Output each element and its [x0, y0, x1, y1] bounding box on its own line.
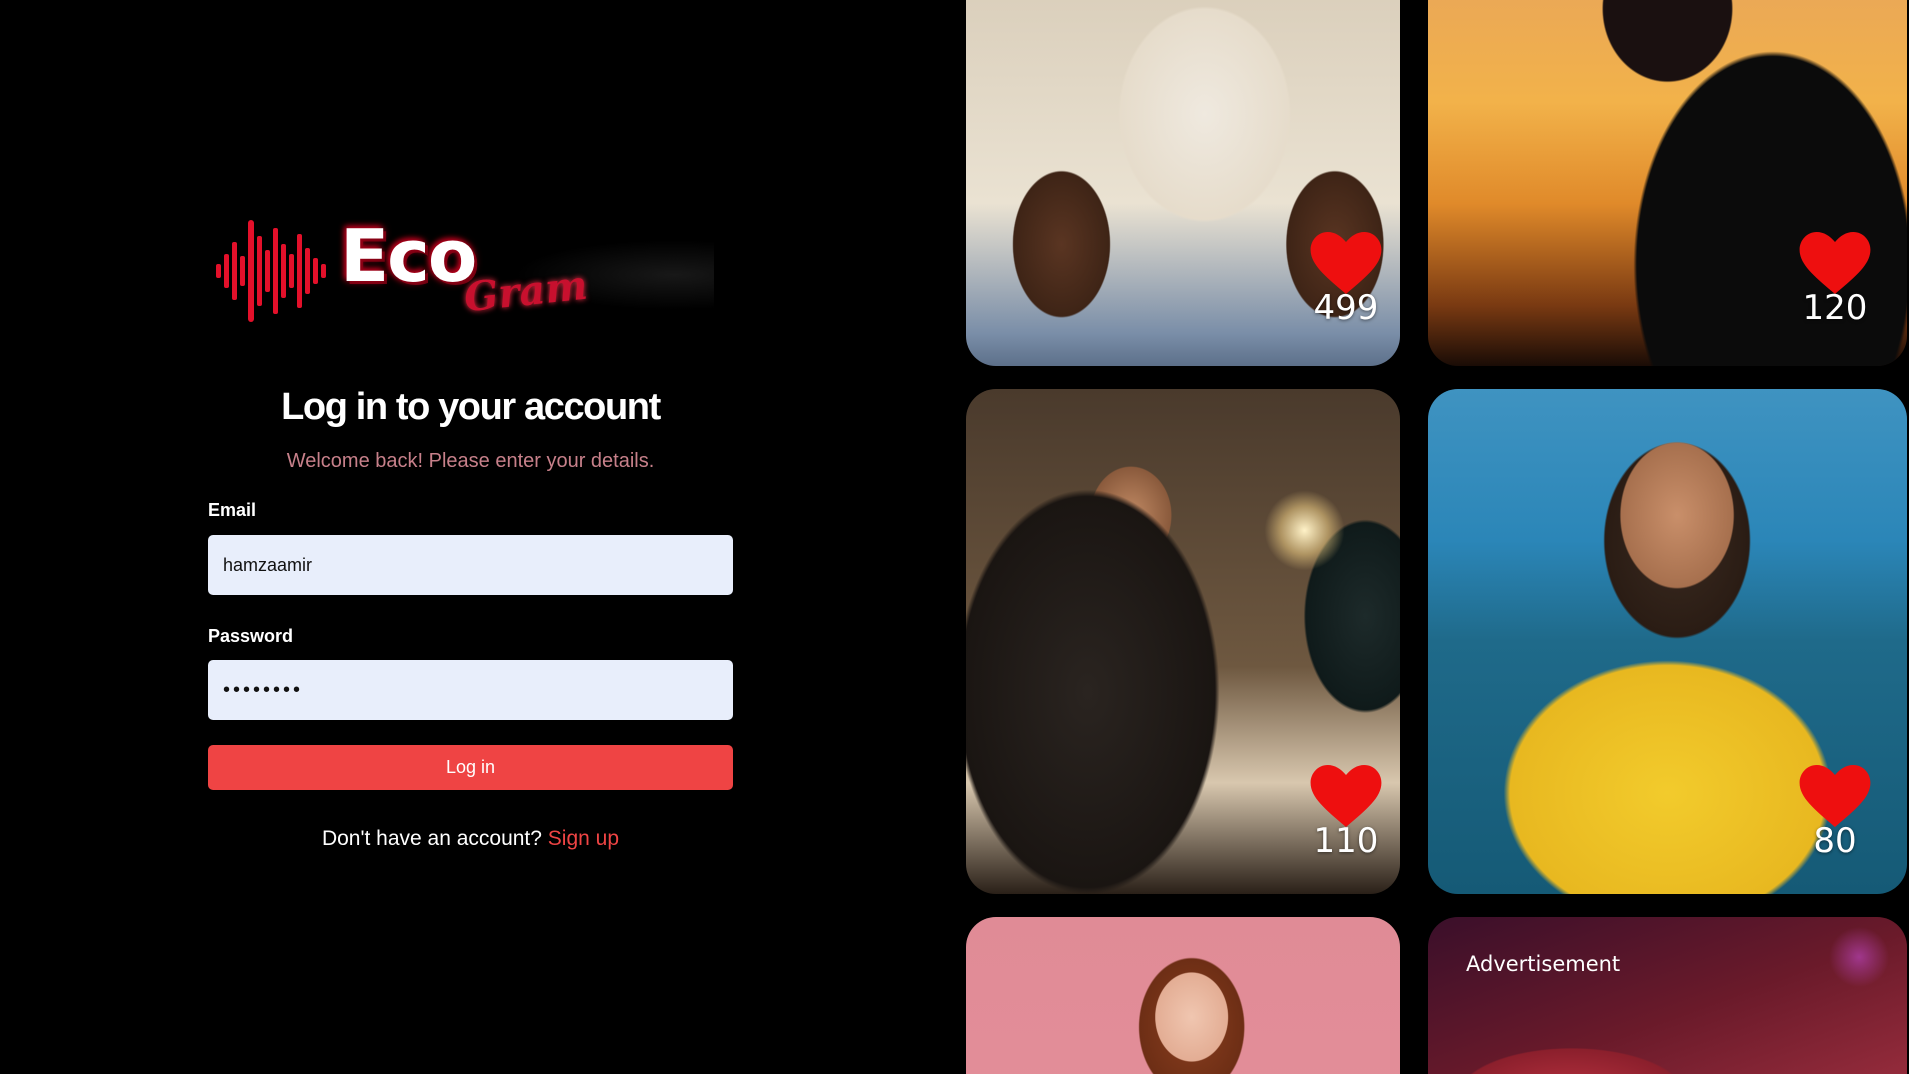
feed-card-advertisement[interactable]	[1428, 917, 1907, 1074]
signup-prompt-text: Don't have an account?	[321, 827, 542, 850]
like-count: 110	[1313, 821, 1379, 861]
heart-icon	[1310, 765, 1382, 827]
like-badge[interactable]: 110	[1310, 765, 1382, 861]
signup-link[interactable]: Sign up	[548, 827, 619, 850]
like-count: 499	[1313, 288, 1379, 328]
heart-icon	[1799, 765, 1871, 827]
like-count: 80	[1813, 821, 1857, 861]
page-title: Log in to your account	[281, 386, 661, 428]
logo-text-gram: Gram	[461, 261, 590, 322]
like-count: 120	[1802, 288, 1868, 328]
like-badge[interactable]: 80	[1799, 765, 1871, 861]
like-badge[interactable]: 120	[1799, 232, 1871, 328]
email-field[interactable]	[208, 535, 733, 595]
password-field[interactable]	[208, 660, 733, 720]
feed-photo	[966, 917, 1400, 1074]
login-panel: Eco Gram Log in to your account Welcome …	[0, 0, 940, 1074]
signup-prompt-row: Don't have an account? Sign up	[208, 827, 733, 851]
logo-text-eco: Eco	[340, 214, 477, 298]
advertisement-label: Advertisement	[1466, 952, 1621, 976]
heart-icon	[1799, 232, 1871, 294]
login-button[interactable]: Log in	[208, 745, 733, 790]
ecogram-logo: Eco Gram	[214, 210, 734, 330]
feed-photo	[1428, 917, 1907, 1074]
sound-wave-icon	[216, 220, 326, 322]
like-badge[interactable]: 499	[1310, 232, 1382, 328]
heart-icon	[1310, 232, 1382, 294]
page-subtitle: Welcome back! Please enter your details.	[286, 450, 655, 472]
feed-card-portrait[interactable]	[966, 917, 1400, 1074]
email-label: Email	[208, 500, 257, 520]
password-label: Password	[208, 626, 294, 646]
